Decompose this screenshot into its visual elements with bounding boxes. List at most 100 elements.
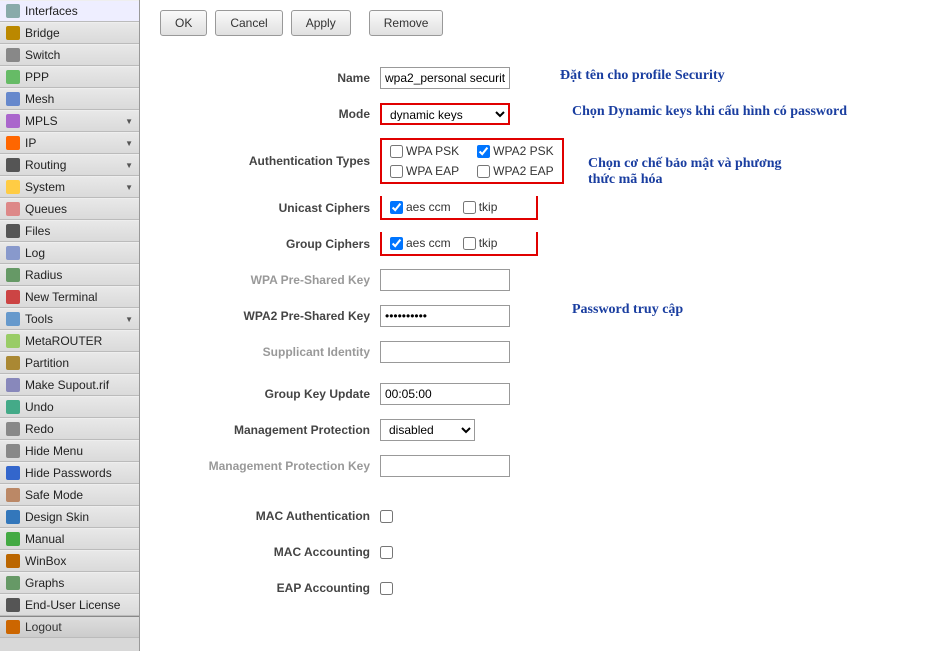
wpa2-psk-label: WPA2 Pre-Shared Key (160, 309, 380, 323)
unicast-aes-checkbox[interactable]: aes ccm (390, 200, 451, 214)
group-aes-checkbox[interactable]: aes ccm (390, 236, 451, 250)
group-label: Group Ciphers (160, 237, 380, 251)
sidebar-item-new-terminal[interactable]: New Terminal (0, 286, 139, 308)
menu-icon (6, 158, 20, 172)
menu-icon (6, 202, 20, 216)
sidebar-item-radius[interactable]: Radius (0, 264, 139, 286)
menu-icon (6, 400, 20, 414)
supplicant-label: Supplicant Identity (160, 345, 380, 359)
mac-auth-checkbox[interactable] (380, 510, 393, 523)
cancel-button[interactable]: Cancel (215, 10, 282, 36)
sidebar-item-label: Switch (25, 48, 133, 62)
sidebar-item-interfaces[interactable]: Interfaces (0, 0, 139, 22)
sidebar-item-label: Log (25, 246, 133, 260)
wpa2-psk-checkbox[interactable]: WPA2 PSK (477, 144, 553, 158)
menu-icon (6, 290, 20, 304)
chevron-down-icon: ▼ (125, 117, 133, 126)
sidebar-item-mpls[interactable]: MPLS ▼ (0, 110, 139, 132)
sidebar-item-mesh[interactable]: Mesh (0, 88, 139, 110)
mprot-select[interactable]: disabledallowedrequired (380, 419, 475, 441)
sidebar-item-safe-mode[interactable]: Safe Mode (0, 484, 139, 506)
unicast-label: Unicast Ciphers (160, 201, 380, 215)
sidebar-item-winbox[interactable]: WinBox (0, 550, 139, 572)
sidebar-item-label: MPLS (25, 114, 120, 128)
mprot-label: Management Protection (160, 423, 380, 437)
sidebar-item-label: Hide Passwords (25, 466, 133, 480)
sidebar-item-ip[interactable]: IP ▼ (0, 132, 139, 154)
menu-icon (6, 70, 20, 84)
sidebar-item-label: System (25, 180, 120, 194)
unicast-tkip-checkbox[interactable]: tkip (463, 200, 498, 214)
sidebar-item-design-skin[interactable]: Design Skin (0, 506, 139, 528)
sidebar-item-label: Make Supout.rif (25, 378, 133, 392)
sidebar-item-label: PPP (25, 70, 133, 84)
sidebar-item-graphs[interactable]: Graphs (0, 572, 139, 594)
sidebar-item-end-user-license[interactable]: End-User License (0, 594, 139, 616)
menu-icon (6, 356, 20, 370)
wpa-psk-input[interactable] (380, 269, 510, 291)
sidebar-item-label: Design Skin (25, 510, 133, 524)
wpa-eap-checkbox[interactable]: WPA EAP (390, 164, 459, 178)
menu-icon (6, 48, 20, 62)
sidebar-item-system[interactable]: System▼ (0, 176, 139, 198)
eap-acct-checkbox[interactable] (380, 582, 393, 595)
chevron-down-icon: ▼ (125, 139, 133, 148)
sidebar-item-label: Logout (25, 620, 133, 634)
sidebar-item-label: Manual (25, 532, 133, 546)
sidebar-item-label: Safe Mode (25, 488, 133, 502)
sidebar-item-redo[interactable]: Redo (0, 418, 139, 440)
remove-button[interactable]: Remove (369, 10, 444, 36)
sidebar-item-bridge[interactable]: Bridge (0, 22, 139, 44)
sidebar-item-label: Radius (25, 268, 133, 282)
group-tkip-checkbox[interactable]: tkip (463, 236, 498, 250)
name-input[interactable] (380, 67, 510, 89)
sidebar-item-label: End-User License (25, 598, 133, 612)
mac-auth-label: MAC Authentication (160, 509, 380, 523)
wpa-psk-label: WPA Pre-Shared Key (160, 273, 380, 287)
main-content: OK Cancel Apply Remove Name Mode nonedyn… (140, 0, 950, 651)
sidebar-item-logout[interactable]: Logout (0, 616, 139, 638)
sidebar-item-label: IP (25, 136, 120, 150)
sidebar-item-label: Interfaces (25, 4, 133, 18)
menu-icon (6, 224, 20, 238)
sidebar-item-hide-passwords[interactable]: Hide Passwords (0, 462, 139, 484)
wpa2-psk-input[interactable] (380, 305, 510, 327)
sidebar-item-metarouter[interactable]: MetaROUTER (0, 330, 139, 352)
mode-select[interactable]: nonedynamic keysstatic keys optionalstat… (380, 103, 510, 125)
wpa-psk-checkbox[interactable]: WPA PSK (390, 144, 459, 158)
sidebar-item-hide-menu[interactable]: Hide Menu (0, 440, 139, 462)
menu-icon (6, 180, 20, 194)
menu-icon (6, 466, 20, 480)
sidebar-item-routing[interactable]: Routing▼ (0, 154, 139, 176)
menu-icon (6, 92, 20, 106)
logout-icon (6, 620, 20, 634)
sidebar-item-make-supout-rif[interactable]: Make Supout.rif (0, 374, 139, 396)
ok-button[interactable]: OK (160, 10, 207, 36)
sidebar-item-tools[interactable]: Tools ▼ (0, 308, 139, 330)
sidebar-item-queues[interactable]: Queues (0, 198, 139, 220)
mprotkey-input[interactable] (380, 455, 510, 477)
sidebar-item-log[interactable]: Log (0, 242, 139, 264)
supplicant-input[interactable] (380, 341, 510, 363)
menu-icon (6, 444, 20, 458)
sidebar-item-label: Routing (25, 158, 120, 172)
apply-button[interactable]: Apply (291, 10, 351, 36)
sidebar-item-manual[interactable]: Manual (0, 528, 139, 550)
menu-icon (6, 598, 20, 612)
mac-acct-label: MAC Accounting (160, 545, 380, 559)
mac-acct-checkbox[interactable] (380, 546, 393, 559)
chevron-down-icon: ▼ (125, 315, 133, 324)
wpa2-eap-checkbox[interactable]: WPA2 EAP (477, 164, 553, 178)
sidebar-item-ppp[interactable]: PPP (0, 66, 139, 88)
menu-icon (6, 114, 20, 128)
gku-input[interactable] (380, 383, 510, 405)
sidebar-item-undo[interactable]: Undo (0, 396, 139, 418)
sidebar-item-files[interactable]: Files (0, 220, 139, 242)
menu-icon (6, 576, 20, 590)
sidebar-item-switch[interactable]: Switch (0, 44, 139, 66)
annotation-name: Đặt tên cho profile Security (560, 68, 725, 84)
sidebar-item-partition[interactable]: Partition (0, 352, 139, 374)
annotation-mode: Chọn Dynamic keys khi cấu hình có passwo… (572, 104, 847, 120)
menu-icon (6, 510, 20, 524)
sidebar-item-label: Tools (25, 312, 120, 326)
